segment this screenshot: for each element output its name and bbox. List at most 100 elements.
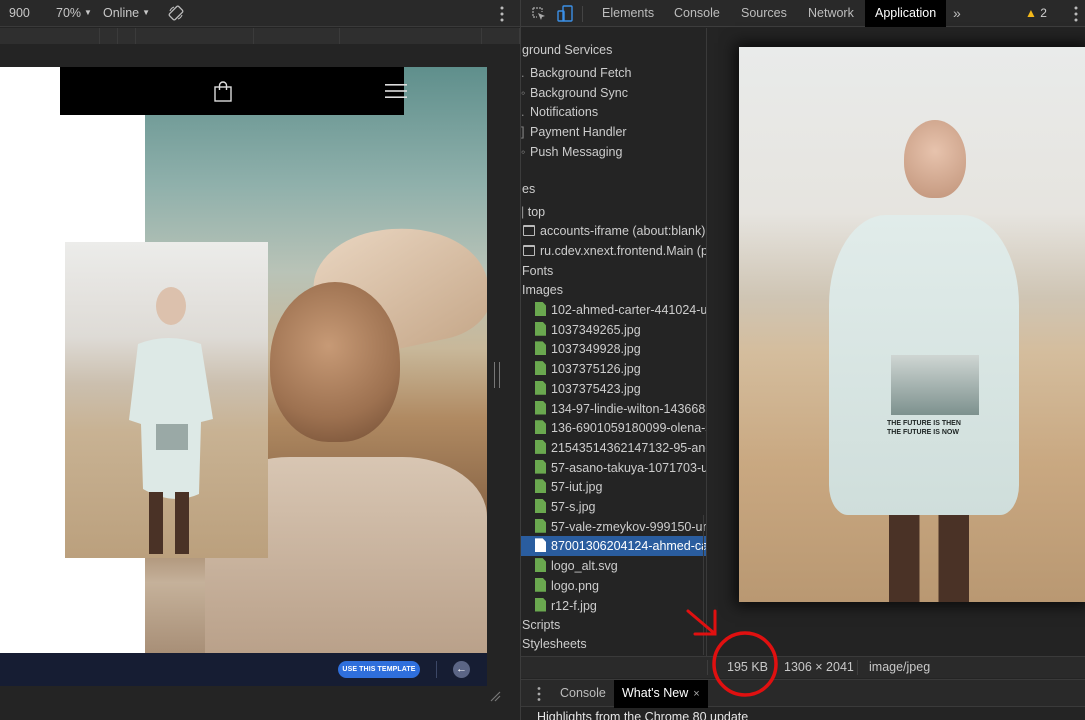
drawer-tab-console[interactable]: Console [552,680,614,707]
close-icon[interactable]: × [693,688,699,700]
more-options-icon[interactable] [498,5,506,23]
viewport-width-input[interactable]: 900 [9,6,30,20]
frame-item[interactable]: ru.cdev.xnext.frontend.Main (pr [523,241,707,261]
image-file-icon [535,459,546,474]
caption-line: THE FUTURE IS NOW [887,429,959,436]
media-query-segment[interactable] [340,28,482,44]
image-file-label: 134-97-lindie-wilton-1436683 [551,401,707,416]
use-template-button[interactable]: USE THIS TEMPLATE [338,661,420,678]
tree-images[interactable]: Images [522,280,706,300]
tab-sources[interactable]: Sources [731,0,797,27]
media-query-segment[interactable] [0,28,100,44]
frame-top[interactable]: | top [521,202,706,222]
image-file-label: 57-vale-zmeykov-999150-uns [551,519,707,534]
frame-label: ru.cdev.xnext.frontend.Main (pr [540,244,707,258]
warning-icon: ▲ [1025,6,1037,20]
zoom-dropdown[interactable]: 70% ▼ [56,6,92,20]
background-service-item[interactable]: . Background Fetch [521,63,706,83]
image-file-label: 136-6901059180099-olena-s [551,421,707,436]
media-query-segment[interactable] [100,28,118,44]
info-divider [857,660,858,675]
section-background-services[interactable]: ground Services [522,40,706,60]
background-service-label: Push Messaging [530,144,623,159]
image-item[interactable]: 1037375126.jpg [521,359,706,379]
image-file-icon [535,558,546,573]
background-service-item[interactable]: . Notifications [521,102,706,122]
media-query-bar[interactable] [0,28,520,44]
frame-item[interactable]: accounts-iframe (about:blank) [523,221,706,241]
image-dimensions: 1306 × 2041 [784,660,854,674]
shopping-bag-icon[interactable] [214,81,232,102]
device-toolbar-icon[interactable] [557,5,573,22]
tree-scripts[interactable]: Scripts [522,615,706,635]
image-item[interactable]: 21543514362147132-95-and [521,438,706,458]
image-item[interactable]: 1037349265.jpg [521,320,706,340]
image-item[interactable]: 57-vale-zmeykov-999150-uns [521,517,707,537]
more-tabs-button[interactable]: » [953,0,961,27]
tree-fonts[interactable]: Fonts [522,261,706,281]
image-file-label: 102-ahmed-carter-441024-ur [551,303,707,317]
tree-bullet-icon: ◦ [521,144,526,159]
selected-image-preview: THE FUTURE IS THEN THE FUTURE IS NOW [739,47,1085,602]
image-item[interactable]: 1037375423.jpg [521,379,706,399]
corner-resize-icon[interactable] [489,690,501,702]
preview-head [904,120,966,198]
hamburger-menu-icon[interactable] [385,83,407,99]
image-item-selected[interactable]: 87001306204124-ahmed-car [521,536,706,557]
image-file-label: 1037349928.jpg [551,342,641,357]
rotate-icon[interactable] [168,5,184,21]
image-item[interactable]: logo_alt.svg [521,556,706,576]
image-item[interactable]: 136-6901059180099-olena-s [521,418,707,438]
frame-label: accounts-iframe (about:blank) [540,224,706,238]
image-item[interactable]: r12-f.jpg [521,596,706,616]
image-item[interactable]: 1037349928.jpg [521,339,706,359]
viewport-resize-handle[interactable] [494,362,500,388]
inspect-element-icon[interactable] [531,6,547,22]
sidebar-splitter[interactable] [703,515,704,655]
warnings-counter[interactable]: ▲ 2 [1025,0,1047,27]
image-item[interactable]: 102-ahmed-carter-441024-ur [521,300,707,320]
preview-shirt-caption: THE FUTURE IS THEN THE FUTURE IS NOW [887,419,987,437]
image-item[interactable]: 57-asano-takuya-1071703-ur [521,458,706,478]
image-file-icon [535,302,546,316]
background-service-label: Payment Handler [530,125,627,140]
background-service-item[interactable]: ◦ Push Messaging [521,142,706,162]
section-frames[interactable]: es [522,179,706,199]
drawer-tab-whats-new[interactable]: What's New × [614,680,708,708]
network-value: Online [103,6,140,20]
image-file-label: logo.png [551,578,599,593]
caret-down-icon: ▼ [142,8,151,17]
tab-elements[interactable]: Elements [592,0,664,27]
tree-bullet-icon: ] [521,125,525,140]
tree-stylesheets[interactable]: Stylesheets [522,634,706,654]
drawer-menu-icon[interactable] [536,686,542,702]
image-item[interactable]: logo.png [521,576,706,596]
media-query-segment[interactable] [118,28,136,44]
tab-application[interactable]: Application [865,0,947,27]
image-item[interactable]: 134-97-lindie-wilton-1436683 [521,399,707,419]
media-query-segment[interactable] [136,28,254,44]
image-file-icon [535,420,546,435]
image-file-icon [535,577,546,592]
devtools-menu-icon[interactable] [1073,5,1079,23]
background-service-item[interactable]: ◦ Background Sync [521,83,706,103]
background-service-item[interactable]: ] Payment Handler [521,122,706,142]
image-file-icon [535,479,546,494]
image-file-label: 57-iut.jpg [551,480,603,495]
back-arrow-icon[interactable]: ← [453,661,470,678]
image-item[interactable]: 57-s.jpg [521,497,706,517]
media-query-segment[interactable] [254,28,340,44]
tree-bullet-icon: . [521,66,525,80]
network-throttle-dropdown[interactable]: Online ▼ [103,6,150,20]
background-service-label: Background Sync [530,85,628,100]
image-file-icon [535,518,546,533]
tab-network[interactable]: Network [798,0,864,27]
toolbar-divider [582,6,583,22]
image-item[interactable]: 57-iut.jpg [521,477,706,497]
frame-top-label: top [527,205,546,219]
media-query-segment[interactable] [482,28,520,44]
background-service-label: Background Fetch [530,66,632,80]
image-file-label: 1037349265.jpg [551,322,641,337]
devtools-tabbar: Elements Console Sources Network Applica… [521,0,1085,27]
tab-console[interactable]: Console [664,0,730,27]
